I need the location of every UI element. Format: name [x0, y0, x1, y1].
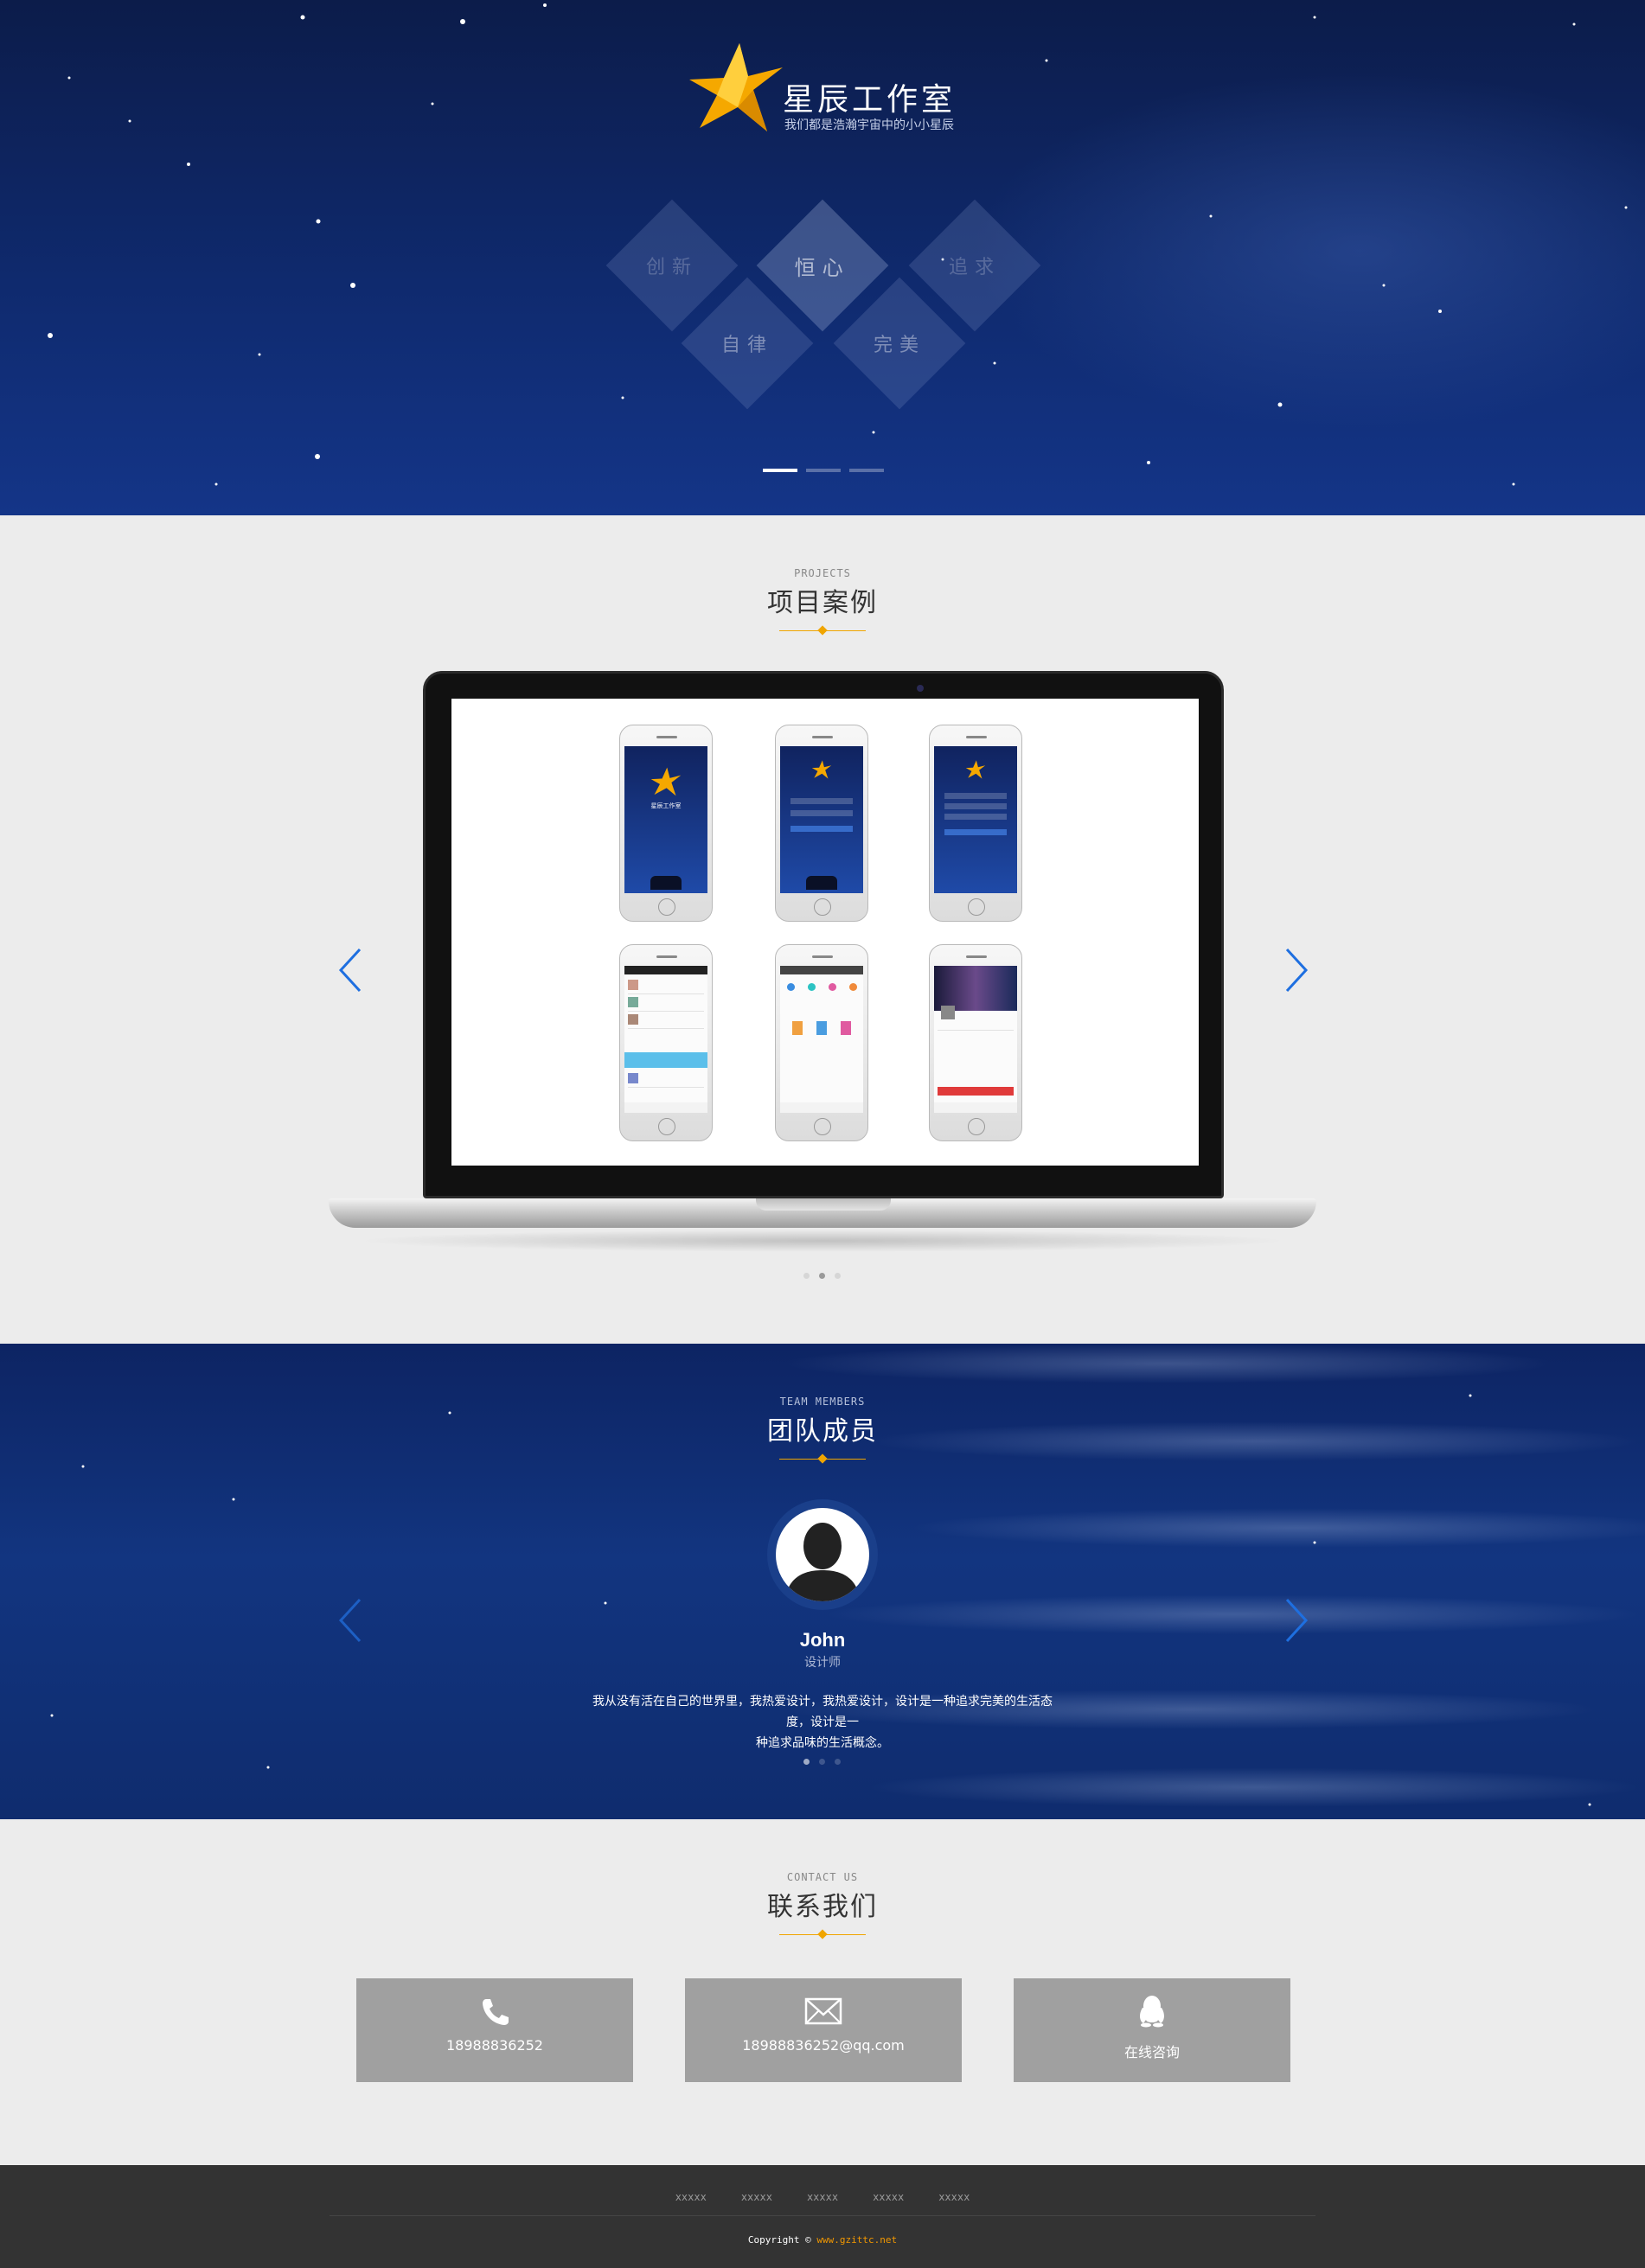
contact-phone: 18988836252 — [446, 2037, 543, 2054]
projects-section: PROJECTS 项目案例 星辰工作室 — [0, 515, 1645, 1344]
team-title: 团队成员 — [767, 1416, 878, 1447]
star-logo-icon — [965, 760, 986, 779]
member-bio: 我从没有活在自己的世界里，我热爱设计，我热爱设计，设计是一种追求完美的生活态度，… — [585, 1691, 1060, 1754]
footer-link[interactable]: xxxxx — [741, 2191, 772, 2203]
team-heading: TEAM MEMBERS 团队成员 — [0, 1396, 1645, 1465]
title-divider — [779, 1453, 866, 1465]
laptop-notch — [756, 1198, 891, 1211]
contact-phone-card[interactable]: 18988836252 — [356, 1978, 633, 2082]
projects-title: 项目案例 — [767, 588, 878, 618]
member-name: John — [799, 1629, 846, 1651]
phone-screen — [934, 746, 1017, 893]
contact-email-card[interactable]: 18988836252@qq.com — [685, 1978, 962, 2082]
hero-slide-dot-3[interactable] — [849, 469, 884, 472]
phone-mockup-chat-list — [619, 944, 713, 1141]
projects-title-en: PROJECTS — [794, 567, 851, 579]
phone-mockup-register — [929, 725, 1022, 922]
contact-section: CONTACT US 联系我们 18988836252 18988836252@… — [0, 1819, 1645, 2165]
value-label: 恒心 — [795, 255, 850, 280]
contact-email: 18988836252@qq.com — [742, 2037, 905, 2054]
phone-screen — [624, 966, 707, 1113]
contact-online: 在线咨询 — [1123, 2044, 1180, 2060]
member-role: 设计师 — [804, 1656, 841, 1670]
phone-mockup-splash: 星辰工作室 — [619, 725, 713, 922]
copyright: Copyright © www.gzittc.net — [0, 2234, 1645, 2246]
footer-links: xxxxx xxxxx xxxxx xxxxx xxxxx — [0, 2191, 1645, 2203]
phone-screen — [780, 966, 863, 1113]
member-bio-line: 种追求品味的生活概念。 — [756, 1736, 889, 1750]
member-avatar — [767, 1499, 878, 1610]
projects-page-dot-3[interactable] — [835, 1273, 841, 1279]
footer-divider — [330, 2215, 1315, 2216]
phone-screen: 星辰工作室 — [624, 746, 707, 893]
team-page-dot-3[interactable] — [835, 1759, 841, 1765]
footer-link[interactable]: xxxxx — [938, 2191, 970, 2203]
hero-banner: 星辰工作室 我们都是浩瀚宇宙中的小小星辰 创新 恒心 追求 自律 完美 — [0, 0, 1645, 515]
projects-pagination — [803, 1273, 841, 1279]
value-label: 追求 — [948, 256, 1002, 278]
copyright-text: Copyright © — [747, 2234, 811, 2246]
hero-slide-dot-1[interactable] — [763, 469, 797, 472]
hero-slide-dot-2[interactable] — [806, 469, 841, 472]
team-title-en: TEAM MEMBERS — [779, 1396, 866, 1408]
footer-link[interactable]: xxxxx — [873, 2191, 904, 2203]
contact-online-card[interactable]: 在线咨询 — [1014, 1978, 1290, 2082]
contact-title: 联系我们 — [767, 1892, 878, 1922]
brand-slogan: 我们都是浩瀚宇宙中的小小星辰 — [784, 118, 954, 132]
projects-page-dot-2[interactable] — [819, 1273, 825, 1279]
value-label: 完美 — [873, 334, 926, 356]
star-logo-icon — [689, 43, 783, 131]
phone-screen — [780, 746, 863, 893]
title-divider — [779, 624, 866, 636]
laptop-shadow — [355, 1230, 1290, 1252]
mail-icon — [804, 1997, 842, 2025]
laptop-mockup: 星辰工作室 — [329, 671, 1316, 1259]
phone-mockup-menu — [775, 944, 868, 1141]
brand-name: 星辰工作室 — [783, 82, 957, 118]
phone-mockup-login — [775, 725, 868, 922]
phone-screen — [934, 966, 1017, 1113]
team-page-dot-2[interactable] — [819, 1759, 825, 1765]
star-logo-icon — [811, 760, 832, 779]
team-section: TEAM MEMBERS 团队成员 John 设计师 我从没有活在自己的世界里，… — [0, 1344, 1645, 1819]
qq-penguin-icon — [1140, 1996, 1164, 2028]
footer-link[interactable]: xxxxx — [807, 2191, 838, 2203]
phone-mockup-profile — [929, 944, 1022, 1141]
projects-page-dot-1[interactable] — [803, 1273, 810, 1279]
star-logo-icon — [650, 767, 682, 796]
site-link[interactable]: www.gzittc.net — [816, 2234, 897, 2246]
hero-slider-indicator — [763, 469, 884, 472]
phone-icon — [483, 1999, 509, 2025]
site-footer: xxxxx xxxxx xxxxx xxxxx xxxxx Copyright … — [0, 2165, 1645, 2268]
value-label: 创新 — [645, 256, 699, 278]
value-label: 自律 — [720, 334, 774, 356]
projects-heading: PROJECTS 项目案例 — [0, 567, 1645, 636]
title-divider — [779, 1928, 866, 1940]
camera-dot — [917, 685, 924, 692]
team-page-dot-1[interactable] — [803, 1759, 810, 1765]
user-silhouette-icon — [784, 1523, 861, 1601]
footer-link[interactable]: xxxxx — [675, 2191, 707, 2203]
project-showcase-screen[interactable]: 星辰工作室 — [451, 699, 1199, 1166]
team-pagination — [803, 1759, 841, 1765]
brand-logo[interactable]: 星辰工作室 我们都是浩瀚宇宙中的小小星辰 — [688, 42, 964, 137]
member-bio-line: 我从没有活在自己的世界里，我热爱设计，我热爱设计，设计是一种追求完美的生活态度，… — [592, 1695, 1053, 1729]
contact-heading: CONTACT US 联系我们 — [0, 1871, 1645, 1940]
phone-splash-title: 星辰工作室 — [650, 803, 682, 809]
contact-title-en: CONTACT US — [786, 1871, 859, 1883]
